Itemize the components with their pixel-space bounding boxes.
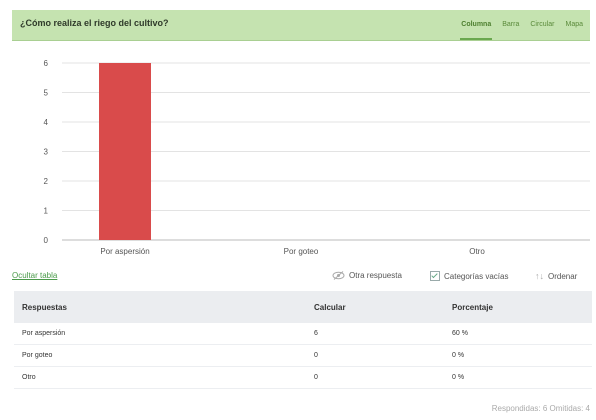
y-tick-label: 6 xyxy=(44,59,49,68)
other-response-toggle[interactable]: Otra respuesta xyxy=(332,271,402,280)
y-tick-label: 2 xyxy=(44,177,49,186)
y-tick-label: 4 xyxy=(44,118,49,127)
cell-porcentaje: 0 % xyxy=(444,366,592,389)
y-tick-label: 5 xyxy=(44,89,49,98)
checkbox-checked-icon xyxy=(430,271,440,281)
empty-categories-toggle[interactable]: Categorías vacías xyxy=(430,271,508,281)
table-row: Por goteo 0 0 % xyxy=(14,344,592,367)
category-label: Por goteo xyxy=(284,247,319,256)
empty-categories-label: Categorías vacías xyxy=(444,271,509,281)
eye-slash-icon xyxy=(332,271,345,280)
cell-porcentaje: 60 % xyxy=(444,323,592,345)
category-label: Otro xyxy=(469,247,485,256)
hide-table-link[interactable]: Ocultar tabla xyxy=(12,271,57,280)
cell-calcular: 6 xyxy=(306,323,444,345)
y-tick-label: 0 xyxy=(44,236,49,245)
response-summary: Respondidas: 6 Omitidas: 4 xyxy=(491,404,590,413)
cell-respuesta: Otro xyxy=(14,366,306,389)
header-calcular[interactable]: Calcular xyxy=(306,291,444,323)
cell-respuesta: Por aspersión xyxy=(14,323,306,345)
cell-respuesta: Por goteo xyxy=(14,344,306,367)
cell-calcular: 0 xyxy=(306,344,444,367)
header-respuestas[interactable]: Respuestas xyxy=(14,291,306,323)
bar xyxy=(99,63,151,240)
category-label: Por aspersión xyxy=(100,247,149,256)
responses-table: Respuestas Calcular Porcentaje Por asper… xyxy=(14,291,592,389)
y-tick-label: 3 xyxy=(44,148,49,157)
cell-calcular: 0 xyxy=(306,366,444,389)
table-row: Otro 0 0 % xyxy=(14,366,592,389)
sort-button[interactable]: ↑↓ Ordenar xyxy=(535,271,577,281)
sort-icon: ↑↓ xyxy=(535,271,544,281)
table-row: Por aspersión 6 60 % xyxy=(14,323,592,345)
table-controls: Ocultar tabla Otra respuesta Categorías … xyxy=(12,268,592,284)
table-header-row: Respuestas Calcular Porcentaje xyxy=(14,291,592,323)
y-tick-label: 1 xyxy=(44,207,49,216)
cell-porcentaje: 0 % xyxy=(444,344,592,367)
sort-label: Ordenar xyxy=(548,271,578,281)
other-response-label: Otra respuesta xyxy=(349,271,402,280)
header-porcentaje[interactable]: Porcentaje xyxy=(444,291,592,323)
column-chart: 0 1 2 3 4 5 6 Por aspersión Por goteo Otro xyxy=(44,59,590,256)
